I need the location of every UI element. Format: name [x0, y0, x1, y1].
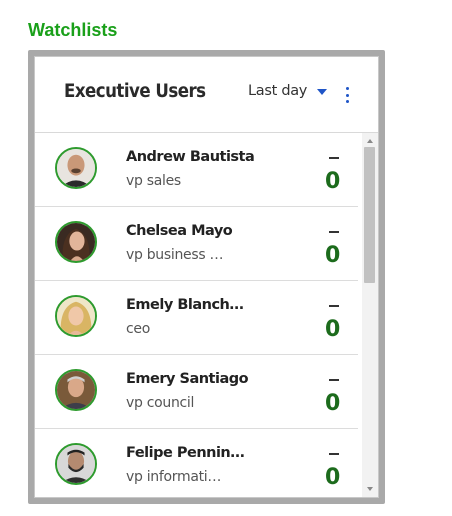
user-role: ceo [126, 321, 150, 337]
section-title: Watchlists [28, 20, 118, 40]
scroll-down-arrow-icon[interactable] [367, 487, 373, 491]
user-role: vp business … [126, 247, 224, 263]
widget-title: Executive Users [64, 81, 206, 102]
alert-count: 0 [325, 317, 341, 342]
user-name: Emery Santiago [126, 371, 249, 387]
alert-count: 0 [325, 391, 341, 416]
blonde-woman-avatar [55, 295, 97, 337]
trend-dash [329, 305, 339, 307]
user-name: Chelsea Mayo [126, 223, 233, 239]
user-role: vp informati… [126, 469, 222, 485]
brunette-woman-avatar [55, 221, 97, 263]
alert-count: 0 [325, 243, 341, 268]
caret-down-icon [317, 89, 328, 95]
alert-count: 0 [325, 169, 341, 194]
bearded-man-avatar [55, 443, 97, 485]
user-role: vp council [126, 395, 195, 411]
card-header: Executive Users Last day [35, 57, 378, 133]
trend-dash [329, 231, 339, 233]
watchlist-card: Executive Users Last day Andrew Bautista… [34, 56, 379, 498]
watchlist-widget-frame: Executive Users Last day Andrew Bautista… [28, 50, 385, 504]
bald-man-avatar [55, 147, 97, 189]
user-name: Felipe Pennin… [126, 445, 245, 461]
user-list: Andrew Bautista vp sales 0 Chelsea Mayo … [35, 133, 358, 497]
list-item[interactable]: Emery Santiago vp council 0 [35, 355, 358, 429]
trend-dash [329, 453, 339, 455]
time-range-dropdown[interactable]: Last day [248, 83, 328, 99]
user-name: Emely Blanch… [126, 297, 244, 313]
user-name: Andrew Bautista [126, 149, 255, 165]
older-man-avatar [55, 369, 97, 411]
trend-dash [329, 379, 339, 381]
list-item[interactable]: Chelsea Mayo vp business … 0 [35, 207, 358, 281]
scrollbar-thumb[interactable] [364, 147, 375, 283]
more-options-icon[interactable] [342, 87, 352, 103]
alert-count: 0 [325, 465, 341, 490]
user-role: vp sales [126, 173, 181, 189]
scroll-up-arrow-icon[interactable] [367, 139, 373, 143]
list-item[interactable]: Felipe Pennin… vp informati… 0 [35, 429, 358, 497]
list-item[interactable]: Emely Blanch… ceo 0 [35, 281, 358, 355]
list-item[interactable]: Andrew Bautista vp sales 0 [35, 133, 358, 207]
list-scrollbar[interactable] [362, 133, 378, 497]
trend-dash [329, 157, 339, 159]
time-range-label: Last day [248, 83, 308, 99]
